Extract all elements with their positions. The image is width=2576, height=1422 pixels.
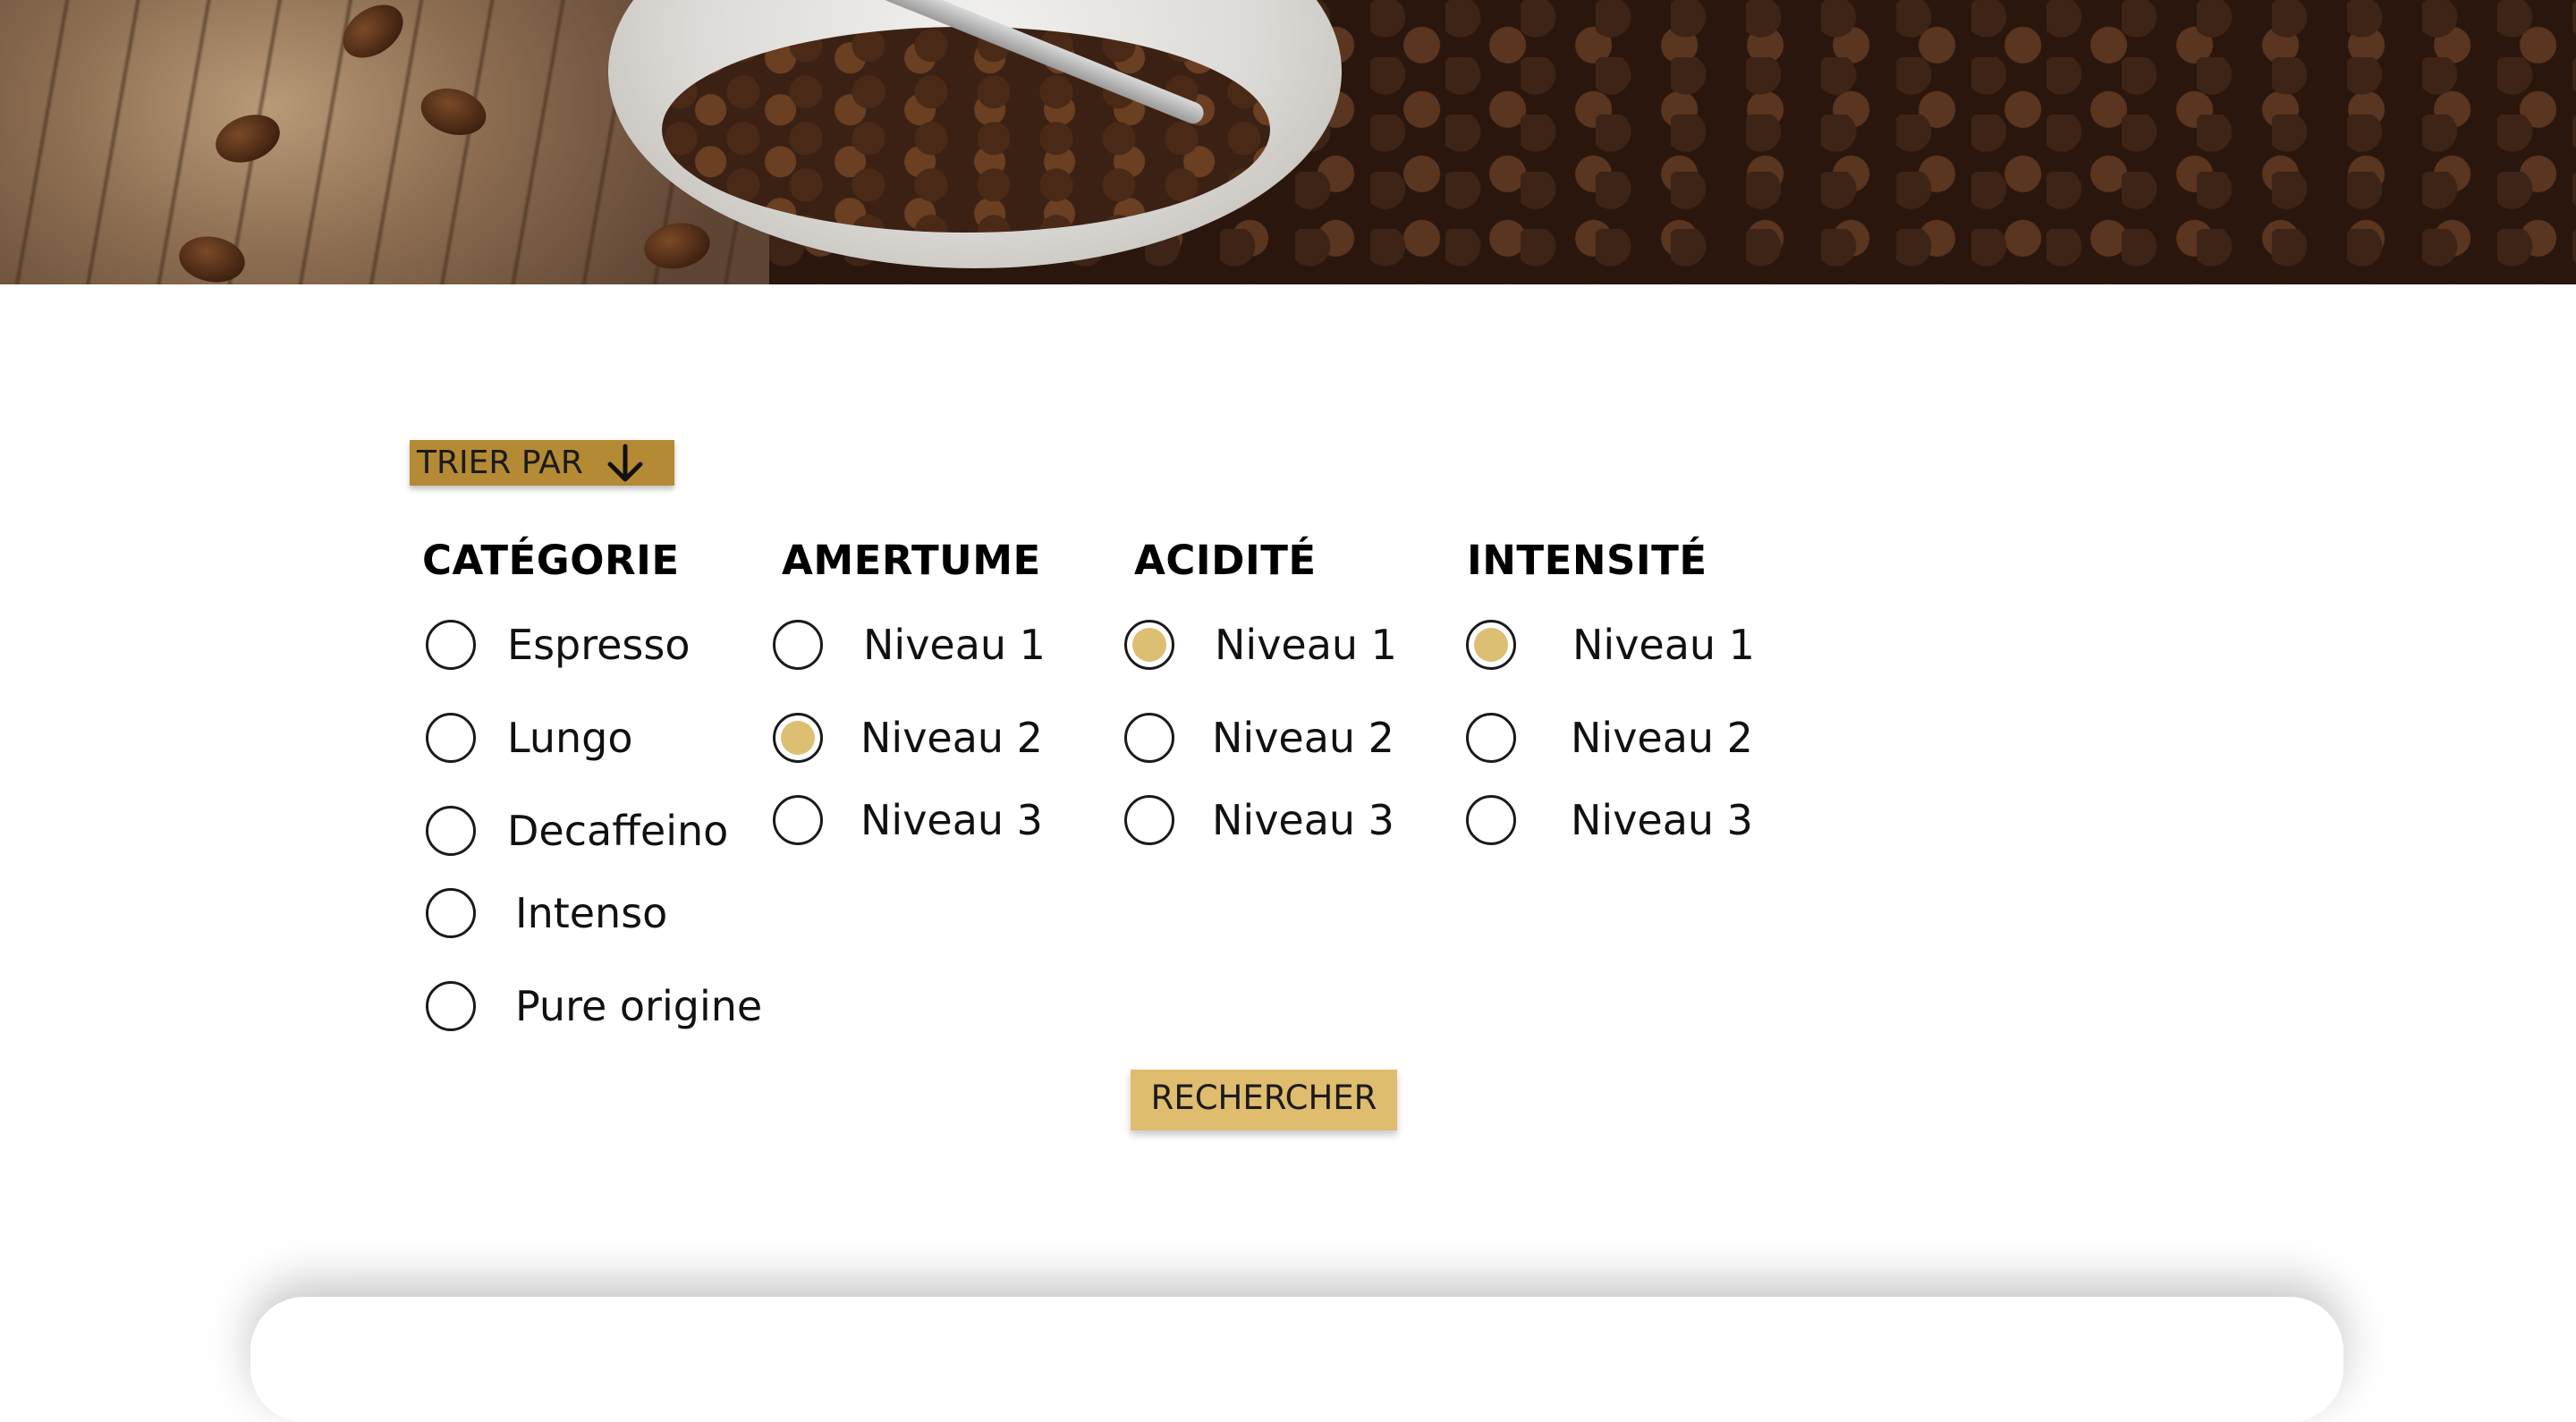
radio-button[interactable] (1124, 713, 1174, 763)
radio-button[interactable] (426, 620, 476, 670)
filter-title-categorie: CATÉGORIE (422, 537, 680, 584)
option-label: Niveau 2 (860, 714, 1043, 762)
search-button[interactable]: RECHERCHER (1131, 1070, 1397, 1130)
saucer-beans (662, 27, 1270, 233)
option-amertume-niveau-1[interactable]: Niveau 1 (773, 620, 1046, 670)
footer-card (250, 1297, 2343, 1422)
option-label: Niveau 3 (1571, 796, 1753, 844)
radio-button[interactable] (426, 888, 476, 938)
hero-banner (0, 0, 2576, 284)
sort-by-button[interactable]: TRIER PAR (410, 440, 674, 486)
option-intensite-niveau-1[interactable]: Niveau 1 (1466, 620, 1755, 670)
radio-button[interactable] (1466, 795, 1516, 845)
option-acidite-niveau-1[interactable]: Niveau 1 (1124, 620, 1397, 670)
option-label: Niveau 3 (860, 796, 1043, 844)
option-intensite-niveau-3[interactable]: Niveau 3 (1466, 795, 1753, 845)
option-categorie-lungo[interactable]: Lungo (426, 713, 632, 763)
radio-button[interactable] (773, 713, 823, 763)
radio-button[interactable] (773, 620, 823, 670)
option-label: Espresso (507, 621, 691, 669)
option-label: Niveau 3 (1212, 796, 1394, 844)
option-label: Niveau 1 (1572, 621, 1755, 669)
option-label: Intenso (515, 889, 668, 937)
option-categorie-pure-origine[interactable]: Pure origine (426, 981, 762, 1031)
radio-button[interactable] (1466, 713, 1516, 763)
radio-button[interactable] (773, 795, 823, 845)
option-amertume-niveau-2[interactable]: Niveau 2 (773, 713, 1043, 763)
option-amertume-niveau-3[interactable]: Niveau 3 (773, 795, 1043, 845)
option-acidite-niveau-3[interactable]: Niveau 3 (1124, 795, 1394, 845)
option-label: Niveau 1 (863, 621, 1046, 669)
filter-title-amertume: AMERTUME (782, 537, 1041, 584)
option-categorie-intenso[interactable]: Intenso (426, 888, 667, 938)
option-label: Niveau 2 (1212, 714, 1394, 762)
option-label: Niveau 1 (1215, 621, 1397, 669)
sort-by-label: TRIER PAR (417, 444, 583, 481)
radio-button[interactable] (426, 713, 476, 763)
arrow-down-icon (605, 443, 646, 484)
option-label: Pure origine (515, 982, 763, 1030)
radio-button[interactable] (426, 981, 476, 1031)
radio-button[interactable] (1124, 795, 1174, 845)
radio-button[interactable] (1466, 620, 1516, 670)
filter-title-intensite: INTENSITÉ (1467, 537, 1707, 584)
option-categorie-espresso[interactable]: Espresso (426, 620, 691, 670)
radio-button[interactable] (1124, 620, 1174, 670)
option-label: Lungo (507, 714, 633, 762)
option-intensite-niveau-2[interactable]: Niveau 2 (1466, 713, 1753, 763)
option-categorie-decaffeino[interactable]: Decaffeino (426, 806, 728, 856)
filter-title-acidite: ACIDITÉ (1134, 537, 1317, 584)
option-label: Niveau 2 (1571, 714, 1753, 762)
option-acidite-niveau-2[interactable]: Niveau 2 (1124, 713, 1394, 763)
option-label: Decaffeino (507, 807, 729, 855)
radio-button[interactable] (426, 806, 476, 856)
